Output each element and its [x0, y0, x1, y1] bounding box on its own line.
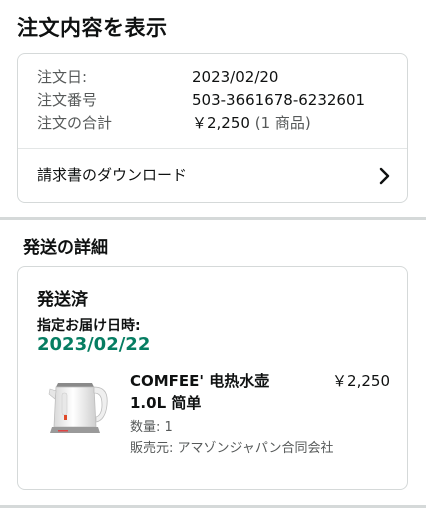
product-quantity: 数量: 1 — [130, 420, 173, 435]
chevron-right-icon — [379, 167, 390, 185]
shipment-card: 発送済 指定お届け日時: 2023/02/22 COMFEE' 电热水壶 1.0… — [17, 266, 408, 490]
download-invoice-row[interactable]: 請求書のダウンロード — [18, 149, 407, 203]
electric-kettle-icon[interactable] — [44, 375, 114, 437]
product-seller: 販売元: アマゾンジャパン合同会社 — [130, 441, 334, 456]
product-price: ￥2,250 — [332, 372, 390, 390]
order-summary-card: 注文日: 2023/02/20 注文番号 503-3661678-6232601… — [17, 53, 408, 203]
order-total-amount: ￥2,250 — [192, 114, 250, 132]
shipment-status: 発送済 — [37, 290, 88, 310]
bottom-separator — [0, 505, 426, 508]
order-number-value: 503-3661678-6232601 — [192, 91, 366, 109]
shipping-section-title: 発送の詳細 — [23, 238, 108, 258]
order-total-item-count: (1 商品) — [254, 114, 311, 132]
order-number-label: 注文番号 — [37, 91, 98, 109]
delivery-date-value: 2023/02/22 — [37, 334, 151, 355]
download-invoice-label: 請求書のダウンロード — [37, 166, 188, 184]
delivery-date-label: 指定お届け日時: — [37, 318, 141, 334]
order-date-value: 2023/02/20 — [192, 68, 279, 86]
section-separator — [0, 217, 426, 220]
product-name-link[interactable]: COMFEE' 电热水壶 1.0L 简单 — [130, 370, 310, 414]
order-date-label: 注文日: — [37, 68, 88, 86]
order-total-label: 注文の合計 — [37, 114, 113, 132]
order-total-value: ￥2,250 (1 商品) — [192, 113, 311, 133]
page-title: 注文内容を表示 — [17, 16, 168, 40]
